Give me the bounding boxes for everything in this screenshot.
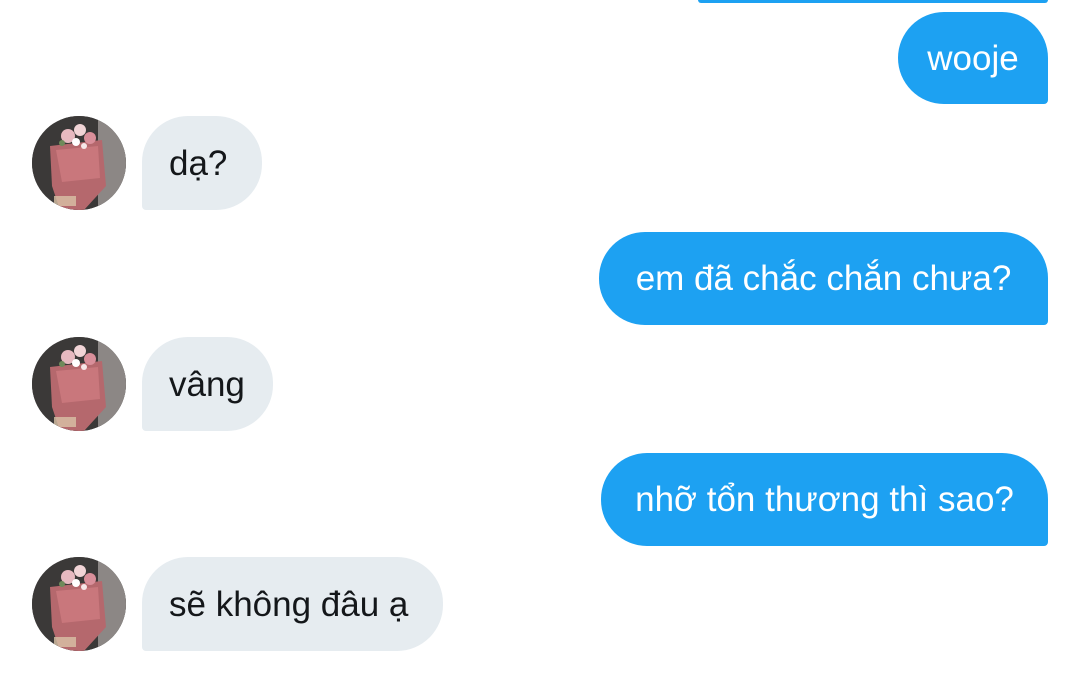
received-message-bubble[interactable]: sẽ không đâu ạ — [142, 557, 443, 651]
sent-message-bubble[interactable]: wooje — [898, 12, 1048, 104]
message-text: dạ? — [169, 143, 228, 183]
previous-sent-bubble-edge — [698, 0, 1048, 3]
received-message-bubble[interactable]: dạ? — [142, 116, 262, 210]
message-text: sẽ không đâu ạ — [169, 584, 409, 624]
contact-avatar[interactable] — [32, 116, 126, 210]
bouquet-photo-icon — [32, 116, 126, 210]
message-text: vâng — [169, 364, 245, 404]
message-text: wooje — [927, 38, 1019, 78]
received-message-bubble[interactable]: vâng — [142, 337, 273, 431]
contact-avatar[interactable] — [32, 337, 126, 431]
bouquet-photo-icon — [32, 557, 126, 651]
sent-message-bubble[interactable]: nhỡ tổn thương thì sao? — [601, 453, 1048, 546]
chat-conversation: wooje dạ? em đã chắc chắn chưa? vâng nhỡ… — [0, 0, 1080, 689]
message-text: em đã chắc chắn chưa? — [635, 259, 1012, 298]
bouquet-photo-icon — [32, 337, 126, 431]
message-text: nhỡ tổn thương thì sao? — [635, 480, 1014, 519]
sent-message-bubble[interactable]: em đã chắc chắn chưa? — [599, 232, 1048, 325]
contact-avatar[interactable] — [32, 557, 126, 651]
